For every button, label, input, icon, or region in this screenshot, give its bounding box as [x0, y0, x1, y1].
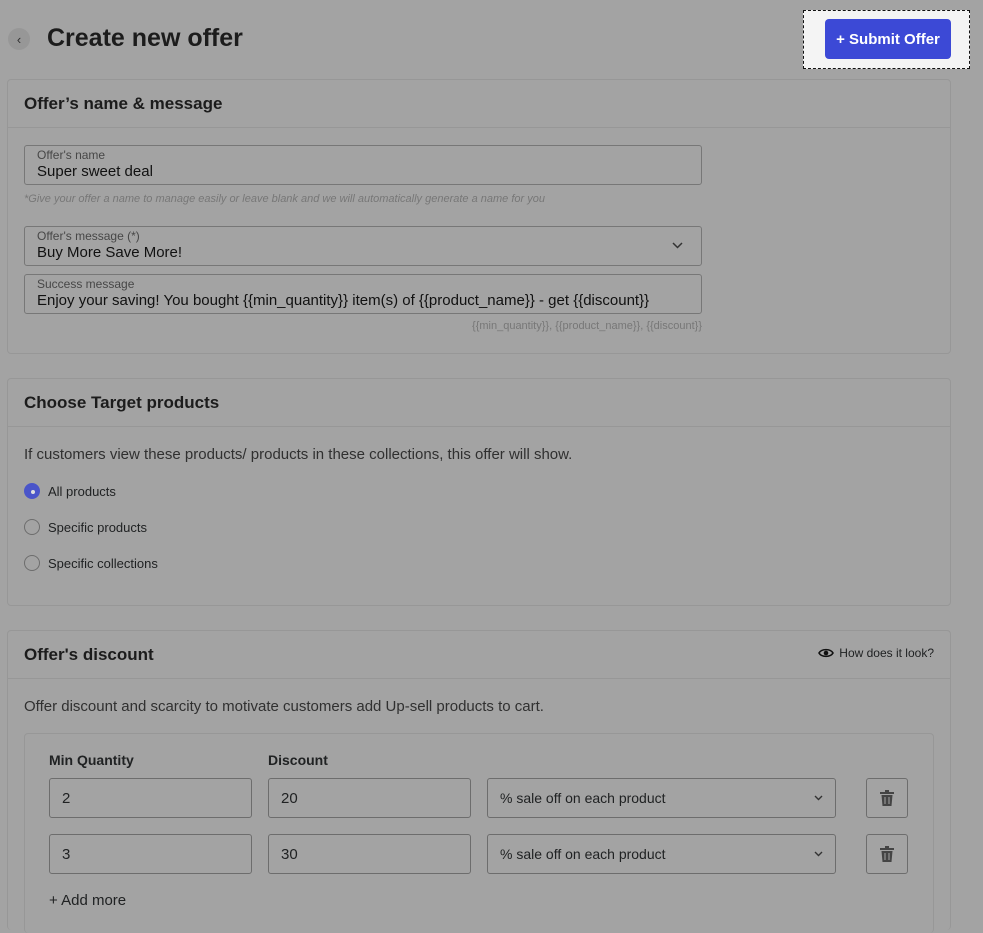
- radio-specific-collections[interactable]: Specific collections: [24, 555, 158, 571]
- submit-focus-outline: + Submit Offer: [803, 10, 970, 69]
- target-description: If customers view these products/ produc…: [24, 446, 573, 463]
- discount-description: Offer discount and scarcity to motivate …: [24, 698, 544, 715]
- trash-icon: [880, 846, 894, 862]
- discount-type-select[interactable]: % sale off on each product: [487, 778, 836, 818]
- discount-type-value: % sale off on each product: [500, 846, 666, 862]
- success-message-value: Enjoy your saving! You bought {{min_quan…: [37, 292, 650, 309]
- discount-input[interactable]: 30: [268, 834, 471, 874]
- offer-name-field[interactable]: Offer's name Super sweet deal: [24, 145, 702, 185]
- min-quantity-input[interactable]: 2: [49, 778, 252, 818]
- chevron-down-icon: [814, 792, 823, 804]
- discount-tiers-box: Min Quantity Discount 2 20 % sale off on…: [24, 733, 934, 933]
- discount-type-select[interactable]: % sale off on each product: [487, 834, 836, 874]
- card-title: Offer’s name & message: [24, 93, 223, 113]
- radio-label: All products: [48, 483, 116, 499]
- discount-header: Discount: [268, 752, 328, 768]
- trash-icon: [880, 790, 894, 806]
- how-link-label: How does it look?: [839, 646, 934, 660]
- success-message-field[interactable]: Success message Enjoy your saving! You b…: [24, 274, 702, 314]
- offer-message-select[interactable]: Offer's message (*) Buy More Save More!: [24, 226, 702, 266]
- card-title: Choose Target products: [24, 392, 220, 412]
- submit-offer-button[interactable]: + Submit Offer: [825, 19, 951, 59]
- back-button[interactable]: ‹: [8, 28, 30, 50]
- min-quantity-input[interactable]: 3: [49, 834, 252, 874]
- radio-specific-products[interactable]: Specific products: [24, 519, 147, 535]
- radio-unchecked-icon: [24, 519, 40, 535]
- success-message-label: Success message: [37, 277, 135, 291]
- chevron-down-icon: [672, 238, 683, 252]
- card-header: Choose Target products: [8, 379, 950, 427]
- card-header: Offer’s name & message: [8, 80, 950, 128]
- delete-row-button[interactable]: [866, 834, 908, 874]
- radio-label: Specific collections: [48, 555, 158, 571]
- offer-name-hint: *Give your offer a name to manage easily…: [24, 193, 545, 205]
- chevron-down-icon: [814, 848, 823, 860]
- page-title: Create new offer: [47, 24, 243, 52]
- card-title: Offer's discount: [24, 644, 154, 664]
- chevron-left-icon: ‹: [16, 31, 22, 47]
- eye-icon: [818, 647, 835, 659]
- radio-checked-icon: [24, 483, 40, 499]
- offer-message-label: Offer's message (*): [37, 229, 140, 243]
- card-header: Offer's discount How does it look?: [8, 631, 950, 679]
- offer-message-value: Buy More Save More!: [37, 244, 183, 261]
- add-more-link[interactable]: + Add more: [49, 892, 126, 909]
- target-products-card: Choose Target products If customers view…: [7, 378, 951, 606]
- offer-discount-card: Offer's discount How does it look? Offer…: [7, 630, 951, 933]
- template-variables: {{min_quantity}}, {{product_name}}, {{di…: [472, 320, 702, 332]
- offer-name-card: Offer’s name & message Offer's name Supe…: [7, 79, 951, 354]
- radio-all-products[interactable]: All products: [24, 483, 116, 499]
- min-quantity-header: Min Quantity: [49, 752, 134, 768]
- discount-type-value: % sale off on each product: [500, 790, 666, 806]
- radio-label: Specific products: [48, 519, 147, 535]
- offer-name-value: Super sweet deal: [37, 163, 153, 180]
- discount-input[interactable]: 20: [268, 778, 471, 818]
- radio-unchecked-icon: [24, 555, 40, 571]
- how-does-it-look-link[interactable]: How does it look?: [818, 646, 934, 660]
- offer-name-label: Offer's name: [37, 148, 106, 162]
- page-header: ‹ Create new offer + Submit Offer: [0, 0, 983, 78]
- delete-row-button[interactable]: [866, 778, 908, 818]
